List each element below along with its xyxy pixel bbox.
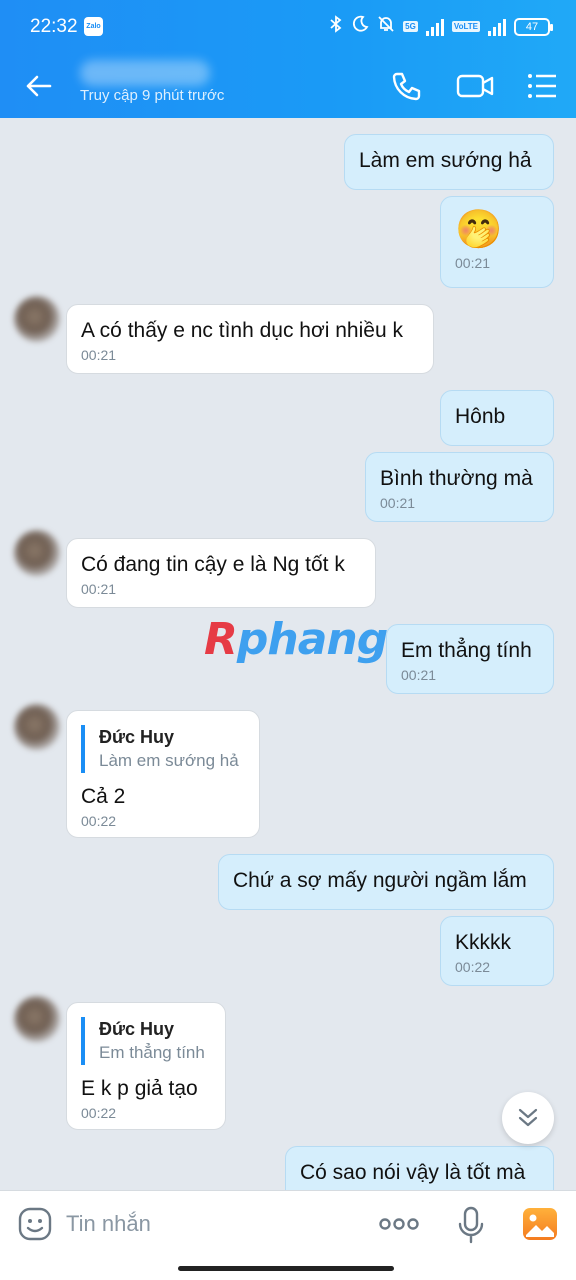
message-bubble-outgoing[interactable]: Bình thường mà 00:21	[365, 452, 554, 522]
message-bubble-outgoing[interactable]: Kkkkk 00:22	[440, 916, 554, 986]
microphone-icon	[458, 1206, 484, 1244]
arrow-left-icon	[26, 75, 52, 97]
quote-author: Đức Huy	[99, 727, 175, 747]
message-text: Em thẳng tính	[401, 639, 532, 662]
more-options-button[interactable]	[378, 1213, 420, 1235]
avatar[interactable]	[14, 996, 60, 1042]
scroll-to-bottom-button[interactable]	[502, 1092, 554, 1144]
network-type-label: 5G	[403, 21, 418, 32]
message-time: 00:22	[81, 1105, 117, 1121]
watermark-first-letter: R	[204, 614, 238, 665]
reply-quote[interactable]: Đức Huy Làm em sướng hả	[81, 725, 245, 773]
watermark-rest: phang	[236, 614, 388, 665]
quote-text: Làm em sướng hả	[99, 751, 239, 770]
status-bar: 22:32 Zalo 5G VoLTE 47	[0, 0, 576, 54]
message-time: 00:21	[380, 495, 416, 511]
message-bubble-incoming[interactable]: Có đang tin cậy e là Ng tốt k 00:21	[66, 538, 376, 608]
smiley-icon	[18, 1207, 52, 1241]
photo-picker-button[interactable]	[522, 1207, 558, 1241]
reply-quote[interactable]: Đức Huy Em thẳng tính	[81, 1017, 211, 1065]
ellipsis-icon	[379, 1218, 419, 1230]
message-time: 00:21	[401, 667, 437, 683]
bluetooth-icon	[329, 15, 343, 38]
message-text: Cả 2	[81, 785, 126, 808]
message-bubble-incoming[interactable]: A có thấy e nc tình dục hơi nhiều k 00:2…	[66, 304, 434, 374]
message-text: Hônb	[455, 405, 506, 428]
double-chevron-down-icon	[518, 1108, 538, 1127]
message-bubble-outgoing[interactable]: Chứ a sợ mấy người ngầm lắm	[218, 854, 554, 910]
options-menu-button[interactable]	[522, 66, 562, 106]
message-text: Có sao nói vậy là tốt mà	[300, 1161, 526, 1184]
message-time: 00:21	[81, 581, 117, 597]
status-time: 22:32	[30, 16, 78, 37]
message-input[interactable]: Tin nhắn	[66, 1211, 151, 1237]
system-icons: 5G VoLTE 47	[329, 15, 553, 38]
video-call-button[interactable]	[455, 66, 495, 106]
voice-record-button[interactable]	[456, 1205, 486, 1245]
quote-text: Em thẳng tính	[99, 1043, 205, 1062]
avatar[interactable]	[14, 704, 60, 750]
avatar[interactable]	[14, 296, 60, 342]
back-button[interactable]	[20, 66, 60, 106]
signal-icon	[425, 18, 444, 36]
message-text: Chứ a sợ mấy người ngầm lắm	[233, 869, 527, 892]
message-bubble-outgoing[interactable]: Em thẳng tính 00:21	[386, 624, 554, 694]
sticker-button[interactable]	[16, 1205, 54, 1243]
last-seen-status: Truy cập 9 phút trước	[80, 87, 225, 104]
message-bubble-incoming-reply[interactable]: Đức Huy Em thẳng tính E k p giả tạo 00:2…	[66, 1002, 226, 1130]
message-text: Làm em sướng hả	[359, 149, 532, 172]
message-time: 00:22	[81, 813, 117, 829]
bell-muted-icon	[377, 15, 395, 38]
message-time: 00:21	[455, 255, 491, 271]
message-text: Bình thường mà	[380, 467, 533, 490]
moon-icon	[351, 15, 369, 38]
phone-icon	[392, 72, 421, 101]
message-time: 00:21	[81, 347, 117, 363]
image-gallery-icon	[523, 1208, 557, 1240]
battery-icon: 47	[514, 17, 553, 36]
video-camera-icon	[456, 74, 494, 98]
avatar[interactable]	[14, 530, 60, 576]
volte-label: VoLTE	[451, 21, 480, 32]
message-text: E k p giả tạo	[81, 1077, 198, 1100]
zalo-notification-icon: Zalo	[84, 17, 103, 36]
quote-author: Đức Huy	[99, 1019, 175, 1039]
message-text: Kkkkk	[455, 931, 512, 954]
emoji-sticker: 🤭	[455, 209, 503, 251]
list-menu-icon	[528, 74, 556, 98]
message-text: Có đang tin cậy e là Ng tốt k	[81, 553, 345, 576]
home-indicator	[178, 1266, 394, 1271]
message-time: 00:22	[455, 959, 491, 975]
signal-icon-2	[488, 18, 506, 36]
message-bubble-outgoing[interactable]: 🤭 00:21	[440, 196, 554, 288]
message-bubble-outgoing[interactable]: Hônb	[440, 390, 554, 446]
message-bubble-incoming-reply[interactable]: Đức Huy Làm em sướng hả Cả 2 00:22	[66, 710, 260, 838]
chat-header: Truy cập 9 phút trước	[0, 54, 576, 118]
message-text: A có thấy e nc tình dục hơi nhiều k	[81, 319, 403, 342]
contact-name-blurred[interactable]	[80, 60, 210, 86]
message-bubble-outgoing[interactable]: Làm em sướng hả	[344, 134, 554, 190]
top-bar: 22:32 Zalo 5G VoLTE 47 Truy cập 9 phút t…	[0, 0, 576, 118]
watermark-logo: Rphang	[204, 614, 388, 665]
voice-call-button[interactable]	[387, 66, 427, 106]
